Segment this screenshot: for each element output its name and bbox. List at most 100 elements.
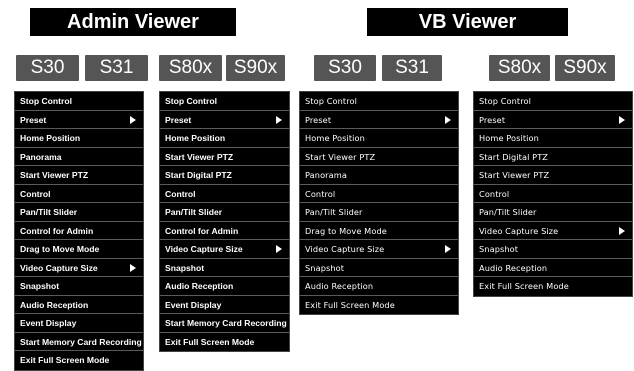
menu-item-snapshot[interactable]: Snapshot [474,240,632,259]
menu-item-audio-reception[interactable]: Audio Reception [15,296,143,314]
menu-item-label: Control [305,188,336,199]
menu-item-home-position[interactable]: Home Position [160,129,289,148]
menu-item-preset[interactable]: Preset [15,111,143,129]
menu-item-label: Exit Full Screen Mode [305,299,395,310]
vb-s30-s31-context-menu: Stop Control Preset Home Position Start Vie… [299,91,459,315]
menu-item-start-digital-ptz[interactable]: Start Digital PTZ [160,166,289,185]
menu-item-label: Event Display [165,299,222,310]
menu-item-audio-reception[interactable]: Audio Reception [474,259,632,277]
menu-item-start-digital-ptz[interactable]: Start Digital PTZ [474,148,632,166]
menu-item-pan-tilt-slider[interactable]: Pan/Tilt Slider [300,203,458,222]
menu-item-stop-control[interactable]: Stop Control [474,92,632,111]
menu-item-pan-tilt-slider[interactable]: Pan/Tilt Slider [15,203,143,222]
menu-item-label: Audio Reception [479,262,548,273]
menu-item-preset[interactable]: Preset [300,111,458,129]
menu-item-start-memory-card-recording[interactable]: Start Memory Card Recording [15,333,143,351]
menu-item-drag-to-move-mode[interactable]: Drag to Move Mode [15,240,143,259]
menu-item-control[interactable]: Control [15,185,143,203]
menu-item-video-capture-size[interactable]: Video Capture Size [15,259,143,277]
menu-item-start-viewer-ptz[interactable]: Start Viewer PTZ [160,148,289,166]
menu-item-snapshot[interactable]: Snapshot [160,259,289,277]
submenu-arrow-icon [445,245,451,253]
menu-item-label: Home Position [479,133,539,143]
menu-item-drag-to-move-mode[interactable]: Drag to Move Mode [300,222,458,240]
menu-item-label: Control [165,188,196,199]
submenu-arrow-icon [619,226,625,235]
menu-item-label: Start Memory Card Recording [20,336,142,347]
menu-item-start-viewer-ptz[interactable]: Start Viewer PTZ [474,166,632,185]
badge-admin-s90x: S90x [226,55,285,81]
menu-item-exit-full-screen-mode[interactable]: Exit Full Screen Mode [160,333,289,352]
submenu-arrow-icon [445,115,451,124]
menu-item-label: Control for Admin [165,225,239,236]
menu-item-label: Pan/Tilt Slider [165,207,223,217]
menu-item-label: Snapshot [20,281,60,291]
menu-item-event-display[interactable]: Event Display [160,296,289,314]
menu-item-snapshot[interactable]: Snapshot [300,259,458,277]
menu-item-preset[interactable]: Preset [474,111,632,129]
menu-item-label: Start Viewer PTZ [20,170,89,180]
menu-item-video-capture-size[interactable]: Video Capture Size [474,222,632,240]
submenu-arrow-icon [276,245,282,253]
menu-item-stop-control[interactable]: Stop Control [15,92,143,111]
menu-item-start-viewer-ptz[interactable]: Start Viewer PTZ [15,166,143,185]
menu-item-exit-full-screen-mode[interactable]: Exit Full Screen Mode [474,277,632,296]
menu-item-label: Snapshot [165,262,205,273]
badge-admin-s30: S30 [16,55,79,81]
menu-item-video-capture-size[interactable]: Video Capture Size [300,240,458,259]
menu-item-label: Panorama [20,151,62,162]
menu-item-preset[interactable]: Preset [160,111,289,129]
menu-item-label: Video Capture Size [165,244,243,254]
menu-item-home-position[interactable]: Home Position [474,129,632,148]
menu-item-audio-reception[interactable]: Audio Reception [160,277,289,296]
menu-item-label: Stop Control [479,96,532,106]
menu-item-label: Control [479,188,510,199]
menu-item-control[interactable]: Control [474,185,632,203]
menu-item-label: Start Digital PTZ [165,170,232,180]
menu-item-label: Exit Full Screen Mode [165,336,255,347]
menu-item-label: Preset [165,114,192,125]
admin-s80x-s90x-context-menu: Stop Control Preset Home Position Start Vie… [159,91,290,352]
menu-item-label: Pan/Tilt Slider [305,207,363,217]
menu-item-control-for-admin[interactable]: Control for Admin [160,222,289,240]
menu-item-home-position[interactable]: Home Position [15,129,143,148]
menu-item-exit-full-screen-mode[interactable]: Exit Full Screen Mode [300,296,458,315]
menu-item-home-position[interactable]: Home Position [300,129,458,148]
menu-item-label: Start Digital PTZ [479,151,549,162]
menu-item-label: Audio Reception [20,299,89,310]
submenu-arrow-icon [130,115,136,124]
menu-item-label: Panorama [305,170,347,180]
menu-item-pan-tilt-slider[interactable]: Pan/Tilt Slider [160,203,289,222]
menu-item-label: Start Viewer PTZ [165,151,234,162]
menu-item-label: Home Position [20,133,81,143]
vb-viewer-title: VB Viewer [367,8,568,36]
menu-item-label: Home Position [165,133,226,143]
menu-item-label: Drag to Move Mode [305,225,387,236]
menu-item-label: Stop Control [165,96,218,106]
menu-item-start-memory-card-recording[interactable]: Start Memory Card Recording [160,314,289,333]
menu-item-label: Video Capture Size [305,244,385,254]
menu-item-control[interactable]: Control [300,185,458,203]
menu-item-label: Video Capture Size [20,262,98,273]
menu-item-control[interactable]: Control [160,185,289,203]
submenu-arrow-icon [619,115,625,124]
menu-item-label: Start Viewer PTZ [479,170,550,180]
menu-item-label: Preset [479,114,506,125]
menu-item-video-capture-size[interactable]: Video Capture Size [160,240,289,259]
menu-item-event-display[interactable]: Event Display [15,314,143,333]
menu-item-panorama[interactable]: Panorama [15,148,143,166]
menu-item-control-for-admin[interactable]: Control for Admin [15,222,143,240]
menu-item-stop-control[interactable]: Stop Control [300,92,458,111]
menu-item-audio-reception[interactable]: Audio Reception [300,277,458,296]
badge-vb-s30: S30 [314,55,376,81]
vb-s80x-s90x-context-menu: Stop Control Preset Home Position Start Dig… [473,91,633,297]
menu-item-panorama[interactable]: Panorama [300,166,458,185]
menu-item-label: Event Display [20,318,77,328]
menu-item-label: Start Viewer PTZ [305,151,376,162]
menu-item-pan-tilt-slider[interactable]: Pan/Tilt Slider [474,203,632,222]
menu-item-snapshot[interactable]: Snapshot [15,277,143,296]
menu-item-start-viewer-ptz[interactable]: Start Viewer PTZ [300,148,458,166]
menu-item-exit-full-screen-mode[interactable]: Exit Full Screen Mode [15,351,143,370]
menu-item-stop-control[interactable]: Stop Control [160,92,289,111]
badge-vb-s80x: S80x [489,55,550,81]
